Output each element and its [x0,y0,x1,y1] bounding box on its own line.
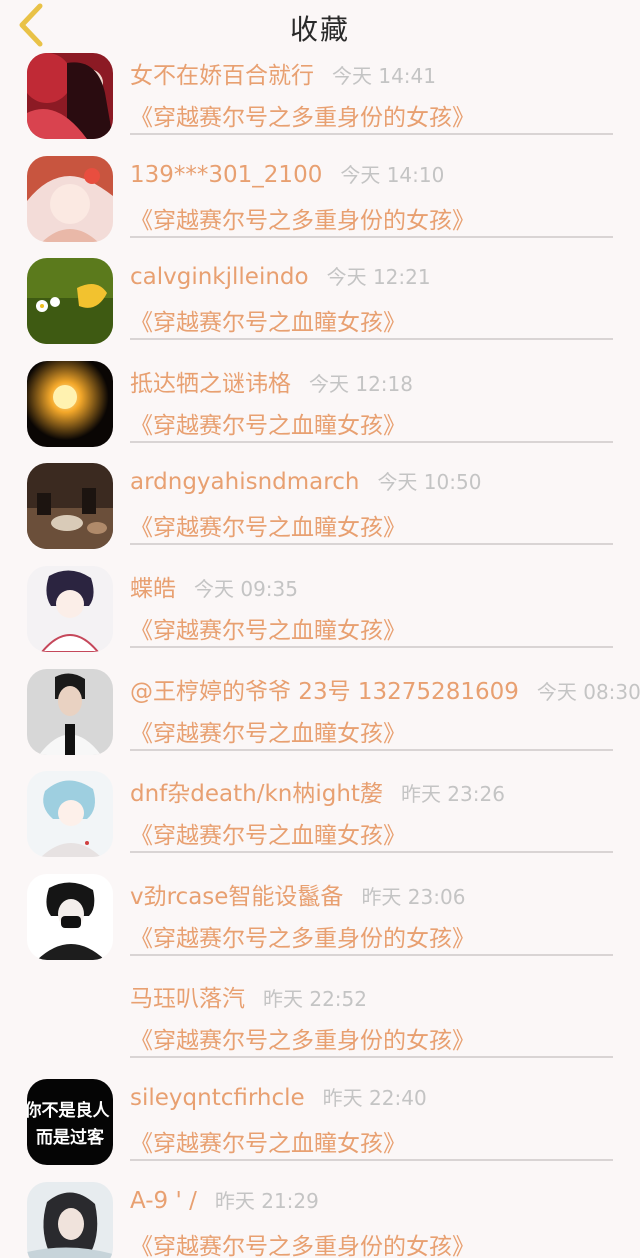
avatar [27,976,113,1062]
timestamp: 昨天 23:06 [361,884,466,909]
avatar [27,155,113,242]
novel-title[interactable]: 《穿越赛尔号之血瞳女孩》 [130,303,406,337]
list-item[interactable]: ardngyahisndmarch 今天 10:50 《穿越赛尔号之血瞳女孩》 [0,460,640,563]
divider [130,953,613,956]
divider [130,851,613,854]
user-name: 抵达牺之谜讳格 [130,370,291,397]
list-item[interactable]: 抵达牺之谜讳格 今天 12:18 《穿越赛尔号之血瞳女孩》 [0,358,640,461]
list-item[interactable]: calvginkjlleindo 今天 12:21 《穿越赛尔号之血瞳女孩》 [0,255,640,358]
avatar [27,771,113,858]
novel-title[interactable]: 《穿越赛尔号之多重身份的女孩》 [130,1227,475,1258]
user-name: ardngyahisndmarch [130,469,360,496]
list-item[interactable]: dnf杂death/kn枘ight嫠 昨天 23:26 《穿越赛尔号之血瞳女孩》 [0,768,640,871]
avatar [27,1181,113,1258]
avatar [27,463,113,550]
user-name: v劲rcase智能设鬣备 [130,883,344,910]
timestamp: 今天 09:35 [194,576,298,601]
nav-bar: 收藏 [0,0,640,50]
list-item[interactable]: 139***301_2100 今天 14:10 《穿越赛尔号之多重身份的女孩》 [0,153,640,256]
timestamp: 昨天 23:26 [400,782,505,807]
timestamp: 昨天 22:52 [263,987,367,1012]
list-item[interactable]: 马珏叭落汽 昨天 22:52 《穿越赛尔号之多重身份的女孩》 [0,973,640,1076]
favorites-list: 女不在娇百合就行 今天 14:41 《穿越赛尔号之多重身份的女孩》 139***… [0,50,640,1258]
divider [130,645,613,648]
list-item[interactable]: 女不在娇百合就行 今天 14:41 《穿越赛尔号之多重身份的女孩》 [0,50,640,153]
divider [130,748,613,751]
avatar [27,53,113,139]
divider [130,1158,613,1161]
list-item[interactable]: 你不是良人 而是过客 sileyqntcfirhcle 昨天 22:40 《穿越… [0,1076,640,1179]
avatar [27,565,113,652]
avatar [27,258,113,345]
timestamp: 今天 12:21 [326,265,431,290]
divider [130,338,613,341]
novel-title[interactable]: 《穿越赛尔号之血瞳女孩》 [130,508,406,542]
list-item[interactable]: @王梈婷的爷爷 23号 13275281609 今天 08:30 《穿越赛尔号之… [0,666,640,769]
list-item[interactable]: v劲rcase智能设鬣备 昨天 23:06 《穿越赛尔号之多重身份的女孩》 [0,871,640,974]
divider [130,235,613,238]
novel-title[interactable]: 《穿越赛尔号之血瞳女孩》 [130,714,406,748]
user-name: @王梈婷的爷爷 23号 13275281609 [130,678,519,705]
list-item[interactable]: A-9 ' / 昨天 21:29 《穿越赛尔号之多重身份的女孩》 [0,1179,640,1258]
timestamp: 今天 14:41 [332,64,436,88]
timestamp: 今天 10:50 [377,470,482,495]
timestamp: 今天 08:30 [536,679,640,704]
novel-title[interactable]: 《穿越赛尔号之血瞳女孩》 [130,406,406,440]
avatar [27,668,113,755]
user-name: 蝶皓 [130,575,176,602]
novel-title[interactable]: 《穿越赛尔号之多重身份的女孩》 [130,98,475,132]
user-name: 马珏叭落汽 [130,986,245,1013]
avatar [27,360,113,447]
novel-title[interactable]: 《穿越赛尔号之多重身份的女孩》 [130,919,475,953]
page-title: 收藏 [289,13,350,46]
divider [130,543,613,546]
novel-title[interactable]: 《穿越赛尔号之血瞳女孩》 [130,816,406,850]
divider [130,440,613,443]
user-name: A-9 ' / [130,1187,197,1214]
novel-title[interactable]: 《穿越赛尔号之血瞳女孩》 [130,611,406,645]
user-name: dnf杂death/kn枘ight嫠 [130,781,383,808]
novel-title[interactable]: 《穿越赛尔号之多重身份的女孩》 [130,201,475,235]
avatar [27,873,113,960]
novel-title[interactable]: 《穿越赛尔号之多重身份的女孩》 [130,1021,475,1055]
user-name: sileyqntcfirhcle [130,1084,305,1111]
avatar: 你不是良人 而是过客 [27,1078,113,1165]
avatar-text: 而是过客 [36,1127,104,1148]
divider [130,1056,613,1059]
timestamp: 昨天 22:40 [322,1085,427,1110]
novel-title[interactable]: 《穿越赛尔号之血瞳女孩》 [130,1124,406,1158]
user-name: calvginkjlleindo [130,264,309,291]
timestamp: 昨天 21:29 [214,1188,319,1213]
user-name: 139***301_2100 [130,161,323,188]
timestamp: 今天 12:18 [309,371,413,396]
divider [130,133,613,135]
user-name: 女不在娇百合就行 [130,63,314,89]
timestamp: 今天 14:10 [340,162,445,187]
list-item[interactable]: 蝶皓 今天 09:35 《穿越赛尔号之血瞳女孩》 [0,563,640,666]
avatar-text: 你不是良人 [27,1100,110,1121]
